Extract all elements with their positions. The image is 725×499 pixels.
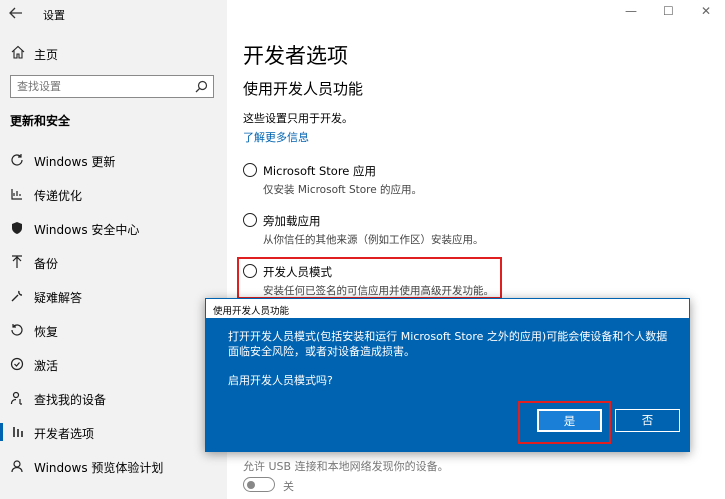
backup-icon xyxy=(12,255,22,268)
minimize-button[interactable]: — xyxy=(625,4,637,18)
titlebar: 设置 xyxy=(0,0,227,28)
sidebar-item-label: Windows 预览体验计划 xyxy=(34,461,164,475)
home-icon xyxy=(11,45,25,59)
section-title: 更新和安全 xyxy=(10,114,71,128)
sidebar-item-delivery-optimization[interactable]: 传递优化 xyxy=(0,179,227,209)
person-pin-icon xyxy=(10,391,22,405)
sidebar-item-label: Windows 更新 xyxy=(34,155,116,169)
sidebar-item-label: Windows 安全中心 xyxy=(34,223,140,237)
sidebar-item-activation[interactable]: 激活 xyxy=(0,349,227,379)
check-circle-icon xyxy=(10,357,24,371)
sidebar-item-label: 查找我的设备 xyxy=(34,393,107,407)
sidebar-item-windows-update[interactable]: Windows 更新 xyxy=(0,145,227,175)
no-button[interactable]: 否 xyxy=(615,409,680,432)
sidebar: 设置 主页 更新和安全 Windows 更新 传递优化 Windows 安全中心… xyxy=(0,0,227,499)
radio-button[interactable] xyxy=(243,163,257,177)
option-title: 旁加载应用 xyxy=(263,214,321,228)
sidebar-item-label: 备份 xyxy=(34,257,59,271)
page-title: 开发者选项 xyxy=(243,44,348,68)
dialog-body: 打开开发人员模式(包括安装和运行 Microsoft Store 之外的应用)可… xyxy=(228,330,668,358)
app-title: 设置 xyxy=(43,9,65,22)
sidebar-item-troubleshoot[interactable]: 疑难解答 xyxy=(0,281,227,311)
maximize-button[interactable]: ☐ xyxy=(663,4,674,18)
sidebar-item-recovery[interactable]: 恢复 xyxy=(0,315,227,345)
dev-bars-icon xyxy=(13,427,23,437)
sidebar-item-security[interactable]: Windows 安全中心 xyxy=(0,213,227,243)
sidebar-item-developer-options[interactable]: 开发者选项 xyxy=(0,417,227,447)
search-box[interactable] xyxy=(10,75,214,98)
dialog-title: 使用开发人员功能 xyxy=(213,306,290,317)
sidebar-item-label: 疑难解答 xyxy=(34,291,83,305)
highlight-box xyxy=(237,257,502,299)
device-discovery-text: 允许 USB 连接和本地网络发现你的设备。 xyxy=(243,460,449,473)
delivery-icon xyxy=(11,189,22,200)
insider-icon xyxy=(11,460,23,473)
option-desc: 从你信任的其他来源（例如工作区）安装应用。 xyxy=(263,234,484,246)
sidebar-item-label: 恢复 xyxy=(34,325,59,339)
sidebar-item-insider[interactable]: Windows 预览体验计划 xyxy=(0,451,227,481)
sidebar-item-find-my-device[interactable]: 查找我的设备 xyxy=(0,383,227,413)
wrench-icon xyxy=(11,290,23,302)
sidebar-item-home[interactable]: 主页 xyxy=(0,42,227,66)
refresh-icon xyxy=(11,154,23,166)
sidebar-item-backup[interactable]: 备份 xyxy=(0,247,227,277)
back-button[interactable] xyxy=(8,5,26,23)
sidebar-item-label: 主页 xyxy=(34,48,59,62)
history-icon xyxy=(11,324,23,336)
confirm-dialog: 使用开发人员功能 打开开发人员模式(包括安装和运行 Microsoft Stor… xyxy=(205,298,690,452)
arrow-left-icon xyxy=(9,7,22,19)
shield-icon xyxy=(12,222,22,234)
toggle-label: 关 xyxy=(283,480,294,493)
option-sideload-apps[interactable]: 旁加载应用 从你信任的其他来源（例如工作区）安装应用。 xyxy=(243,210,513,250)
close-button[interactable]: ✕ xyxy=(701,4,711,18)
search-icon[interactable] xyxy=(195,80,208,93)
toggle-knob xyxy=(247,480,255,489)
option-title: Microsoft Store 应用 xyxy=(263,164,377,178)
section-subtitle: 使用开发人员功能 xyxy=(243,80,364,98)
device-discovery-toggle[interactable] xyxy=(243,477,275,492)
window-controls: — ☐ ✕ xyxy=(617,4,717,22)
radio-button[interactable] xyxy=(243,213,257,227)
search-input[interactable] xyxy=(17,79,187,94)
sidebar-item-label: 激活 xyxy=(34,359,59,373)
yes-highlight-box xyxy=(518,401,611,444)
sidebar-item-label: 开发者选项 xyxy=(34,427,95,441)
dialog-titlebar: 使用开发人员功能 xyxy=(205,298,690,319)
dialog-question: 启用开发人员模式吗? xyxy=(228,374,333,387)
description-text: 这些设置只用于开发。 xyxy=(243,112,353,125)
sidebar-item-label: 传递优化 xyxy=(34,189,83,203)
option-store-apps[interactable]: Microsoft Store 应用 仅安装 Microsoft Store 的… xyxy=(243,160,513,200)
option-desc: 仅安装 Microsoft Store 的应用。 xyxy=(263,184,423,196)
learn-more-link[interactable]: 了解更多信息 xyxy=(243,129,309,145)
